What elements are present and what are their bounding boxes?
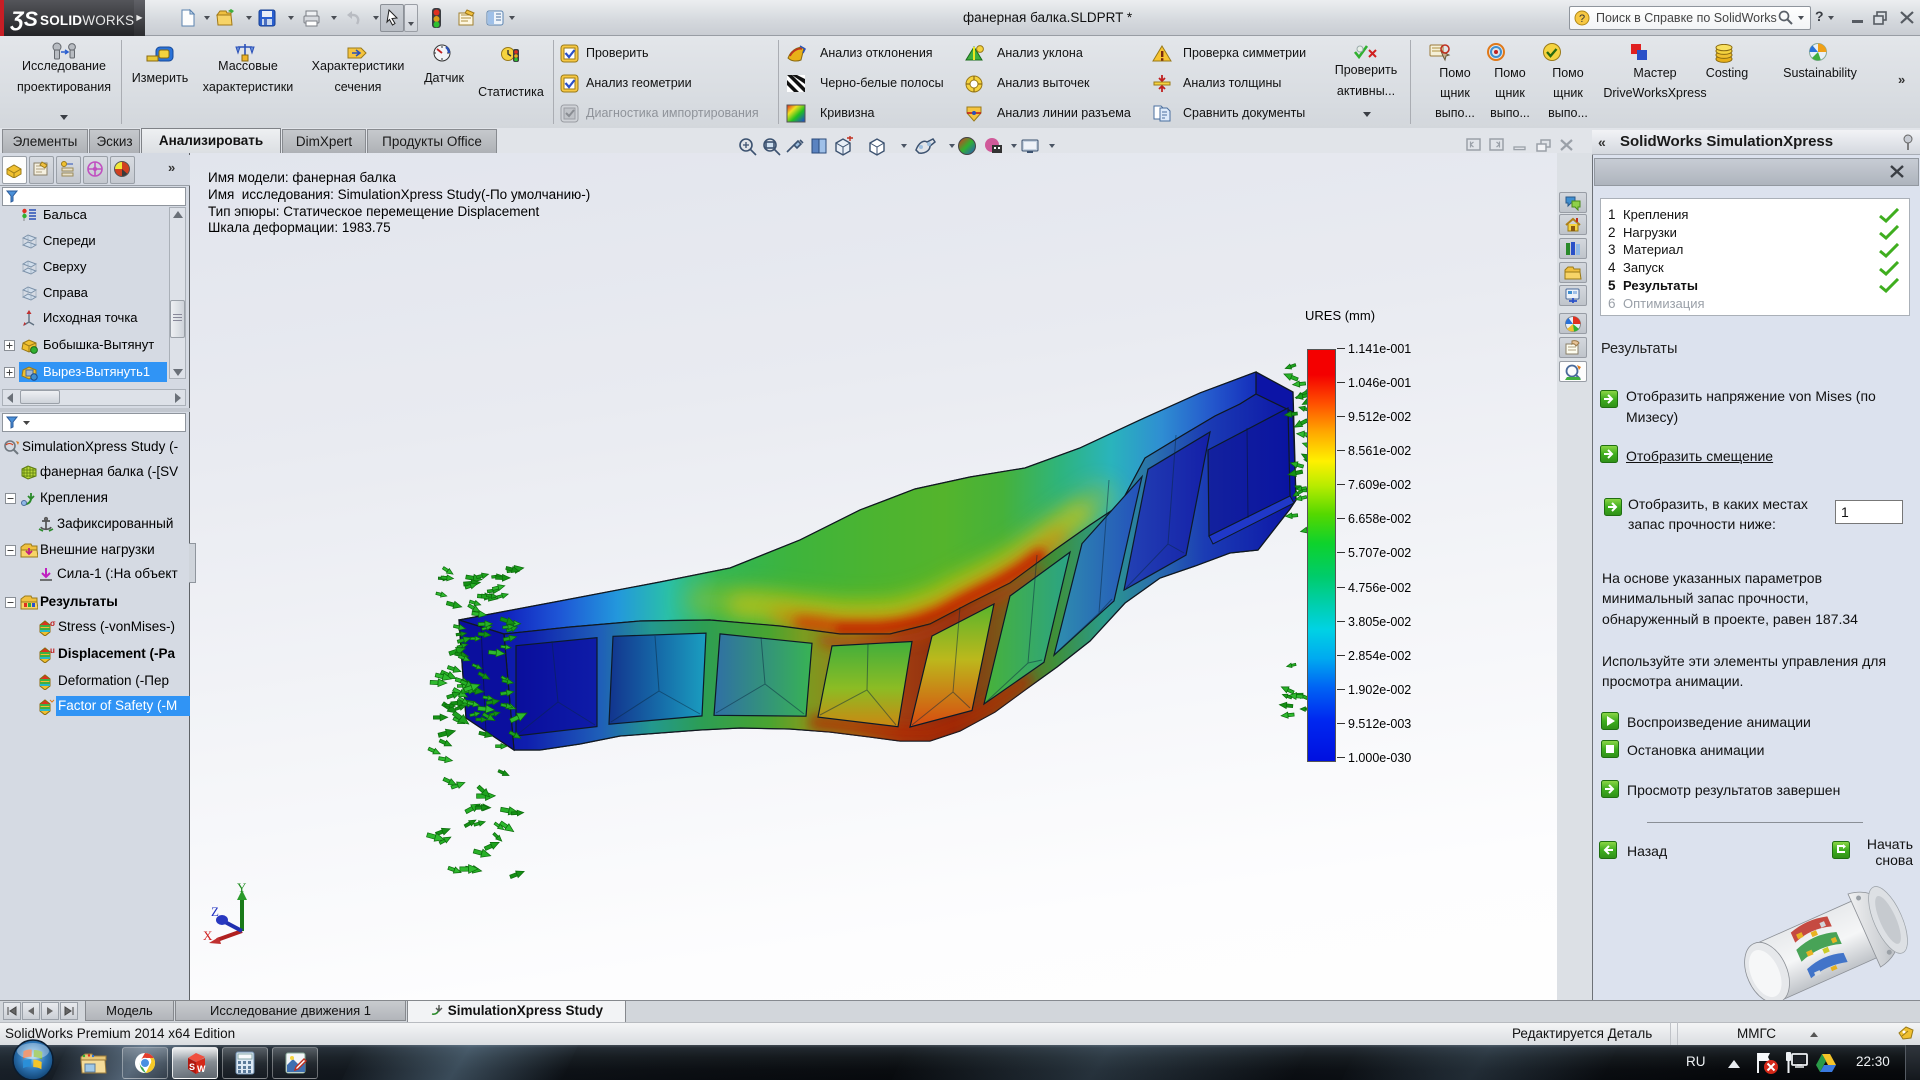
svg-text:?: ? (1579, 13, 1585, 25)
svg-text:Z: Z (211, 904, 219, 919)
svg-text:ƷS: ƷS (10, 8, 38, 31)
svg-text:S: S (189, 1062, 195, 1072)
svg-text:Y: Y (237, 880, 247, 895)
svg-text:X: X (203, 928, 213, 943)
svg-text:W: W (197, 1064, 206, 1074)
svg-text:u: u (50, 646, 55, 655)
svg-text:SOLIDWORKS: SOLIDWORKS (40, 13, 134, 28)
svg-text:σ: σ (50, 619, 56, 628)
